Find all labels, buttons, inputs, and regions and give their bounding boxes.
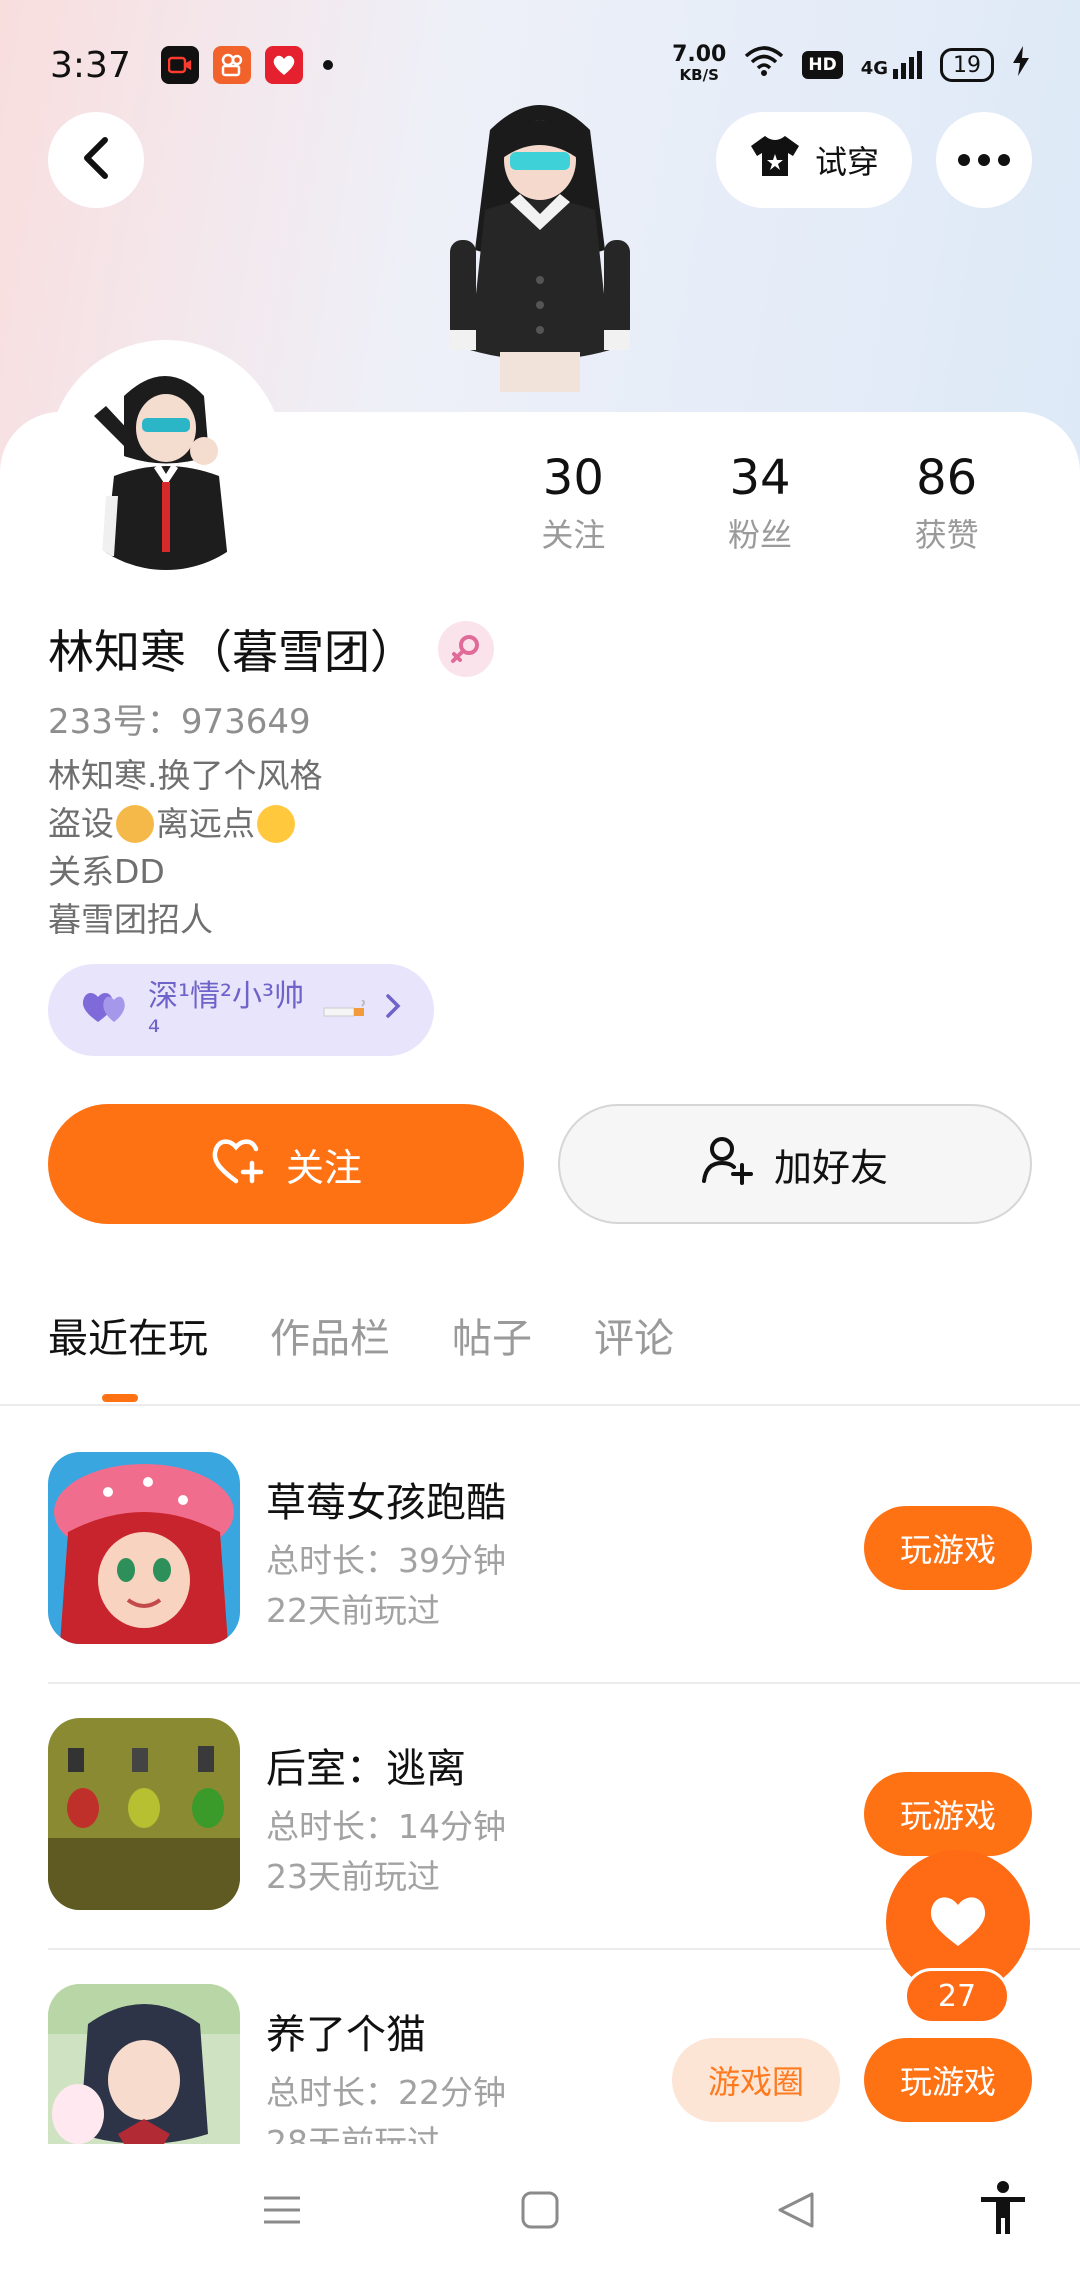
tabs-divider: [0, 1404, 1080, 1406]
game-last-played: 23天前玩过: [266, 1857, 440, 1896]
game-play-duration: 总时长：39分钟: [266, 1541, 506, 1580]
charging-icon: [1012, 45, 1030, 85]
tshirt-icon: [749, 134, 801, 186]
game-last-played: 22天前玩过: [266, 1591, 440, 1630]
stat-following-value: 30: [542, 450, 604, 506]
heart-plus-icon: [210, 1135, 266, 1194]
network-speed-unit: KB/S: [679, 66, 719, 84]
network-speed-value: 7.00: [672, 42, 727, 67]
network-type: 4G: [860, 58, 888, 79]
stat-followers[interactable]: 34 粉丝: [667, 450, 854, 556]
game-thumbnail[interactable]: [48, 1452, 240, 1644]
active-tab-indicator: [102, 1394, 138, 1402]
home-icon[interactable]: [520, 2190, 560, 2234]
game-list-item[interactable]: 后室：逃离 总时长：14分钟 23天前玩过 玩游戏: [48, 1718, 1032, 1910]
relationship-chip[interactable]: 深¹情²小³帅⁴: [48, 964, 434, 1056]
stat-likes[interactable]: 86 获赞: [853, 450, 1040, 556]
back-triangle-icon[interactable]: [776, 2190, 816, 2234]
stat-followers-label: 粉丝: [728, 516, 793, 554]
stat-following-label: 关注: [541, 516, 606, 554]
hd-badge: HD: [802, 51, 843, 79]
stat-likes-value: 86: [916, 450, 978, 506]
like-count: 27: [904, 1968, 1010, 2024]
dog-face-emoji-icon: [116, 805, 154, 843]
game-thumbnail[interactable]: [48, 1718, 240, 1910]
chevron-right-icon: [384, 992, 402, 1028]
bio-text: 盗设: [48, 804, 114, 843]
bio-line: 关系DD: [48, 852, 165, 891]
tab-comments[interactable]: 评论: [594, 1306, 674, 1364]
stat-likes-label: 获赞: [914, 516, 979, 554]
try-on-button[interactable]: 试穿: [716, 112, 912, 208]
status-time: 3:37: [50, 44, 131, 86]
bio: 林知寒.换了个风格 盗设 离远点 关系DD 暮雪团招人: [48, 752, 323, 944]
game-play-duration: 总时长：14分钟: [266, 1807, 506, 1846]
game-list-item[interactable]: 草莓女孩跑酷 总时长：39分钟 22天前玩过 玩游戏: [48, 1452, 1032, 1644]
more-dot: [998, 154, 1010, 166]
game-last-played: 28天前玩过: [266, 2123, 440, 2144]
bio-line: 盗设 离远点: [48, 800, 323, 848]
chevron-left-icon: [81, 136, 111, 184]
tab-works[interactable]: 作品栏: [270, 1306, 390, 1364]
game-title: 草莓女孩跑酷: [266, 1480, 506, 1526]
back-button[interactable]: [48, 112, 144, 208]
more-dot: [978, 154, 990, 166]
add-friend-button[interactable]: 加好友: [558, 1104, 1032, 1224]
heart-app-icon: [264, 46, 303, 84]
game-circle-button[interactable]: 游戏圈: [672, 2038, 840, 2122]
game-play-duration: 总时长：22分钟: [266, 2073, 506, 2112]
kissing-face-emoji-icon: [257, 805, 295, 843]
game-title: 后室：逃离: [266, 1746, 466, 1792]
cellular-signal-icon: 4G: [861, 51, 922, 79]
bio-line: 暮雪团招人: [48, 900, 213, 939]
more-options-button[interactable]: [936, 112, 1032, 208]
accessibility-icon[interactable]: [978, 2180, 1028, 2240]
screen-record-app-icon: [160, 46, 199, 84]
follow-button-label: 关注: [285, 1145, 362, 1190]
profile-stats: 30 关注 34 粉丝 86 获赞: [480, 450, 1040, 556]
wifi-icon: [744, 45, 784, 85]
double-heart-icon: [80, 988, 132, 1032]
heart-icon: [927, 1892, 989, 1952]
add-friend-button-label: 加好友: [773, 1145, 888, 1190]
add-user-icon: [701, 1135, 754, 1194]
game-title: 养了个猫: [266, 2012, 426, 2058]
stat-following[interactable]: 30 关注: [480, 450, 667, 556]
avatar-3d-figure: [430, 90, 650, 420]
avatar[interactable]: [48, 340, 284, 576]
tab-recently-played[interactable]: 最近在玩: [48, 1306, 208, 1364]
user-id: 233号：973649: [48, 702, 311, 742]
play-game-button[interactable]: 玩游戏: [864, 1772, 1032, 1856]
network-speed: 7.00 KB/S: [672, 42, 727, 85]
tab-posts[interactable]: 帖子: [452, 1306, 532, 1364]
game-thumbnail[interactable]: [48, 1984, 240, 2144]
system-navigation-bar: [0, 2150, 1080, 2280]
follow-button[interactable]: 关注: [48, 1104, 524, 1224]
profile-tabs: 最近在玩 作品栏 帖子 评论: [48, 1306, 674, 1364]
kuaishou-app-icon: [212, 46, 251, 84]
username-row: 林知寒（暮雪团）: [48, 616, 494, 682]
stat-followers-value: 34: [729, 450, 791, 506]
menu-icon[interactable]: [262, 2190, 302, 2234]
play-game-button[interactable]: 玩游戏: [864, 2038, 1032, 2122]
username: 林知寒（暮雪团）: [48, 625, 416, 679]
battery-indicator: 19: [940, 48, 994, 82]
try-on-label: 试穿: [814, 143, 879, 181]
bio-line: 林知寒.换了个风格: [48, 756, 323, 795]
cigarette-emoji-icon: [322, 993, 368, 1028]
list-divider: [48, 1682, 1080, 1684]
bio-text: 离远点: [156, 804, 255, 843]
play-game-button[interactable]: 玩游戏: [864, 1506, 1032, 1590]
female-gender-icon: [438, 621, 494, 677]
game-list-item[interactable]: 养了个猫 总时长：22分钟 28天前玩过 游戏圈 玩游戏: [48, 1984, 1032, 2144]
relationship-chip-label: 深¹情²小³帅⁴: [148, 978, 305, 1050]
more-dot: [958, 154, 970, 166]
notification-dot: [322, 60, 333, 70]
